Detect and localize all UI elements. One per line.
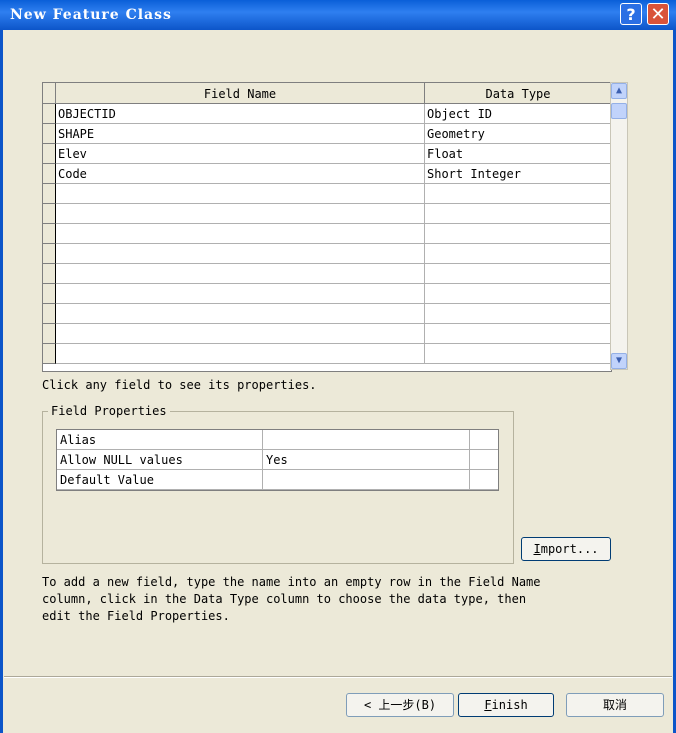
- data-type-cell[interactable]: [425, 184, 611, 204]
- footer-separator: [4, 676, 672, 678]
- field-name-cell[interactable]: SHAPE: [56, 124, 425, 144]
- scroll-up-icon[interactable]: ▲: [611, 83, 627, 99]
- property-value[interactable]: [263, 470, 470, 490]
- row-selector[interactable]: [43, 164, 56, 184]
- row-selector[interactable]: [43, 244, 56, 264]
- table-row[interactable]: [43, 284, 611, 304]
- data-type-cell[interactable]: [425, 264, 611, 284]
- property-row[interactable]: Default Value: [57, 470, 498, 490]
- property-value[interactable]: Yes: [263, 450, 470, 470]
- field-name-cell[interactable]: [56, 324, 425, 344]
- data-type-cell[interactable]: [425, 204, 611, 224]
- row-selector[interactable]: [43, 324, 56, 344]
- table-row[interactable]: [43, 224, 611, 244]
- help-icon[interactable]: ?: [620, 3, 642, 25]
- table-row[interactable]: [43, 304, 611, 324]
- field-name-cell[interactable]: [56, 344, 425, 364]
- row-selector[interactable]: [43, 344, 56, 364]
- field-name-cell[interactable]: [56, 184, 425, 204]
- table-row[interactable]: Code Short Integer: [43, 164, 611, 184]
- field-name-cell[interactable]: Code: [56, 164, 425, 184]
- data-type-cell[interactable]: [425, 284, 611, 304]
- field-name-cell[interactable]: OBJECTID: [56, 104, 425, 124]
- properties-hint: Click any field to see its properties.: [42, 378, 317, 392]
- field-name-cell[interactable]: [56, 244, 425, 264]
- back-button[interactable]: < 上一步(B): [346, 693, 454, 717]
- property-extra-cell: [470, 470, 498, 490]
- scroll-thumb[interactable]: [611, 103, 627, 119]
- table-row[interactable]: [43, 184, 611, 204]
- field-name-cell[interactable]: [56, 304, 425, 324]
- row-selector[interactable]: [43, 204, 56, 224]
- field-properties-legend: Field Properties: [48, 404, 170, 418]
- row-selector[interactable]: [43, 284, 56, 304]
- row-selector[interactable]: [43, 184, 56, 204]
- data-type-cell[interactable]: [425, 324, 611, 344]
- header-data-type[interactable]: Data Type: [425, 83, 611, 104]
- table-row[interactable]: OBJECTID Object ID: [43, 104, 611, 124]
- grid-header-selector: [43, 83, 56, 104]
- data-type-cell[interactable]: [425, 244, 611, 264]
- row-selector[interactable]: [43, 144, 56, 164]
- table-row[interactable]: [43, 324, 611, 344]
- table-row[interactable]: [43, 264, 611, 284]
- property-row[interactable]: Allow NULL values Yes: [57, 450, 498, 470]
- grid-scrollbar[interactable]: ▲ ▼: [610, 82, 628, 370]
- property-row[interactable]: Alias: [57, 430, 498, 450]
- import-button[interactable]: Import...: [521, 537, 611, 561]
- property-label: Default Value: [57, 470, 263, 490]
- header-field-name[interactable]: Field Name: [56, 83, 425, 104]
- data-type-cell[interactable]: Geometry: [425, 124, 611, 144]
- row-selector[interactable]: [43, 304, 56, 324]
- table-row[interactable]: [43, 204, 611, 224]
- table-row[interactable]: [43, 344, 611, 364]
- instructions-line-1: To add a new field, type the name into a…: [42, 575, 541, 589]
- title-bar: New Feature Class ? ✕: [0, 0, 676, 30]
- data-type-cell[interactable]: Float: [425, 144, 611, 164]
- data-type-cell[interactable]: Short Integer: [425, 164, 611, 184]
- field-properties-table[interactable]: Alias Allow NULL values Yes Default Value: [56, 429, 499, 491]
- data-type-cell[interactable]: [425, 344, 611, 364]
- cancel-button[interactable]: 取消: [566, 693, 664, 717]
- fields-grid[interactable]: Field Name Data Type OBJECTID Object ID SH…: [42, 82, 612, 372]
- window-frame-left: [0, 30, 3, 733]
- table-row[interactable]: Elev Float: [43, 144, 611, 164]
- field-name-cell[interactable]: Elev: [56, 144, 425, 164]
- field-name-cell[interactable]: [56, 264, 425, 284]
- table-row[interactable]: [43, 244, 611, 264]
- instructions-line-3: edit the Field Properties.: [42, 609, 230, 623]
- field-name-cell[interactable]: [56, 224, 425, 244]
- field-name-cell[interactable]: [56, 204, 425, 224]
- row-selector[interactable]: [43, 104, 56, 124]
- scroll-down-icon[interactable]: ▼: [611, 353, 627, 369]
- close-icon[interactable]: ✕: [647, 3, 669, 25]
- instructions-line-2: column, click in the Data Type column to…: [42, 592, 527, 606]
- finish-button[interactable]: Finish: [458, 693, 554, 717]
- property-extra-cell: [470, 450, 498, 470]
- data-type-cell[interactable]: [425, 304, 611, 324]
- window-title: New Feature Class: [10, 7, 172, 23]
- property-extra-cell: [470, 430, 498, 450]
- data-type-cell[interactable]: [425, 224, 611, 244]
- row-selector[interactable]: [43, 264, 56, 284]
- field-name-cell[interactable]: [56, 284, 425, 304]
- data-type-cell[interactable]: Object ID: [425, 104, 611, 124]
- row-selector[interactable]: [43, 124, 56, 144]
- property-label: Alias: [57, 430, 263, 450]
- row-selector[interactable]: [43, 224, 56, 244]
- property-value[interactable]: [263, 430, 470, 450]
- table-row[interactable]: SHAPE Geometry: [43, 124, 611, 144]
- property-label: Allow NULL values: [57, 450, 263, 470]
